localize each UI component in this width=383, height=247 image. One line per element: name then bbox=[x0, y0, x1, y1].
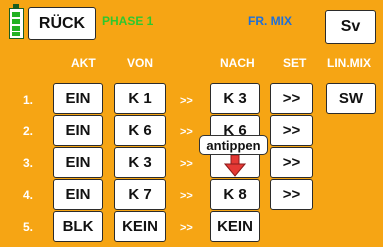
akt-button[interactable]: EIN bbox=[53, 83, 103, 114]
von-button[interactable]: K 7 bbox=[114, 179, 166, 210]
row-number: 5. bbox=[23, 220, 34, 234]
arrow-label: >> bbox=[180, 158, 193, 170]
von-button[interactable]: K 3 bbox=[114, 147, 166, 178]
page-title: FR. MIX bbox=[248, 14, 292, 28]
nach-button[interactable]: K 3 bbox=[210, 83, 260, 114]
column-von: VON bbox=[127, 56, 154, 70]
nach-button[interactable]: K 8 bbox=[210, 179, 260, 210]
set-button[interactable]: >> bbox=[270, 115, 313, 146]
arrow-label: >> bbox=[180, 95, 193, 107]
akt-button[interactable]: BLK bbox=[53, 211, 103, 242]
akt-button[interactable]: EIN bbox=[53, 115, 103, 146]
arrow-down-icon bbox=[224, 155, 246, 177]
von-button[interactable]: K 1 bbox=[114, 83, 166, 114]
row-number: 1. bbox=[23, 93, 34, 107]
von-button[interactable]: KEIN bbox=[114, 211, 166, 242]
von-button[interactable]: K 6 bbox=[114, 115, 166, 146]
row-number: 4. bbox=[23, 188, 34, 202]
column-nach: NACH bbox=[220, 56, 255, 70]
arrow-label: >> bbox=[180, 190, 193, 202]
arrow-label: >> bbox=[180, 222, 193, 234]
fr-mix-screen: RÜCK PHASE 1 FR. MIX Sv AKT VON NACH SET… bbox=[0, 0, 383, 247]
linmix-button[interactable]: SW bbox=[326, 83, 376, 114]
tap-hint-tooltip: antippen bbox=[199, 135, 268, 155]
set-button[interactable]: >> bbox=[270, 179, 313, 210]
column-linmix: LIN.MIX bbox=[327, 56, 371, 70]
back-button[interactable]: RÜCK bbox=[28, 7, 96, 40]
battery-icon bbox=[9, 4, 24, 39]
row-number: 3. bbox=[23, 156, 34, 170]
row-number: 2. bbox=[23, 124, 34, 138]
column-set: SET bbox=[283, 56, 307, 70]
column-akt: AKT bbox=[71, 56, 96, 70]
phase-label: PHASE 1 bbox=[102, 14, 154, 28]
set-button[interactable]: >> bbox=[270, 83, 313, 114]
nach-button[interactable]: KEIN bbox=[210, 211, 260, 242]
sv-button[interactable]: Sv bbox=[325, 10, 376, 44]
set-button[interactable]: >> bbox=[270, 147, 313, 178]
arrow-label: >> bbox=[180, 126, 193, 138]
akt-button[interactable]: EIN bbox=[53, 179, 103, 210]
akt-button[interactable]: EIN bbox=[53, 147, 103, 178]
